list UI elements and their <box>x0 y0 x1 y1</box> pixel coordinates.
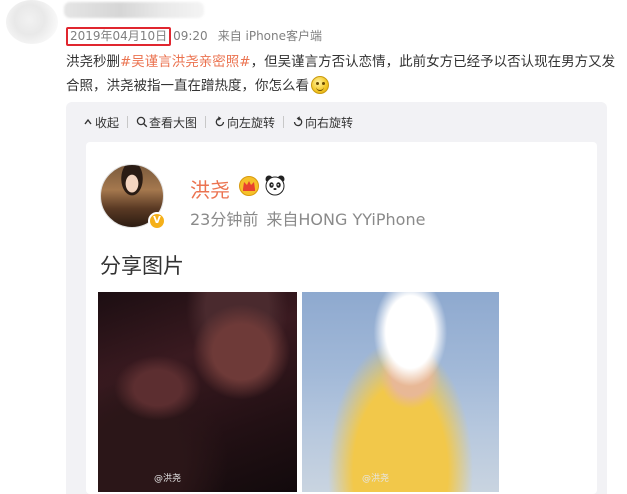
rotate-left-label: 向左旋转 <box>227 115 276 130</box>
media-toolbar: 收起 查看大图 向左旋转 向右旋转 <box>82 112 361 132</box>
toolbar-divider <box>283 116 285 128</box>
post-source: 来自 iPhone客户端 <box>217 29 323 43</box>
username[interactable] <box>64 2 204 18</box>
verified-badge-icon: V <box>148 212 166 230</box>
post-text: 洪尧秒删#吴谨言洪尧亲密照#，但吴谨言方否认恋情，此前女方已经予以否认现在男方又… <box>66 50 616 98</box>
collapse-button[interactable]: 收起 <box>82 114 119 131</box>
media-box: 收起 查看大图 向左旋转 向右旋转 V 洪尧 23分钟前 来自HONG YYiP… <box>66 102 607 494</box>
inner-username: 洪尧 <box>190 178 230 202</box>
shared-photo-2[interactable]: @洪尧 <box>302 292 499 492</box>
rotate-right-label: 向右旋转 <box>305 115 354 130</box>
inner-post-title: 分享图片 <box>100 254 184 278</box>
toolbar-divider <box>205 116 207 128</box>
inner-post-meta: 23分钟前 来自HONG YYiPhone <box>190 206 425 230</box>
post-time: 09:20 <box>173 29 208 43</box>
panda-icon <box>264 174 286 196</box>
embedded-post-screenshot[interactable]: V 洪尧 23分钟前 来自HONG YYiPhone 分享图片 @洪尧 @洪尧 <box>86 142 597 494</box>
search-icon <box>136 116 148 128</box>
post-text-before: 洪尧秒删 <box>66 54 120 70</box>
photo-watermark: @洪尧 <box>362 474 390 484</box>
collapse-label: 收起 <box>95 115 120 130</box>
photo-watermark: @洪尧 <box>154 474 182 484</box>
hashtag-link[interactable]: #吴谨言洪尧亲密照# <box>120 54 251 70</box>
rotate-left-button[interactable]: 向左旋转 <box>214 114 275 131</box>
rotate-right-icon <box>292 116 304 128</box>
inner-post-source: 来自HONG YYiPhone <box>266 210 426 229</box>
post-meta: 2019年04月10日 09:20 来自 iPhone客户端 <box>66 27 322 46</box>
smile-emoji-icon <box>311 76 329 94</box>
rotate-right-button[interactable]: 向右旋转 <box>292 114 353 131</box>
toolbar-divider <box>127 116 129 128</box>
view-large-button[interactable]: 查看大图 <box>136 114 197 131</box>
view-large-label: 查看大图 <box>149 115 198 130</box>
collapse-icon <box>82 116 94 128</box>
crown-icon <box>238 176 260 196</box>
post-date[interactable]: 2019年04月10日 <box>66 27 172 46</box>
rotate-left-icon <box>214 116 226 128</box>
shared-photo-1[interactable]: @洪尧 <box>98 292 297 492</box>
avatar[interactable] <box>6 0 58 44</box>
inner-post-time: 23分钟前 <box>190 210 259 229</box>
